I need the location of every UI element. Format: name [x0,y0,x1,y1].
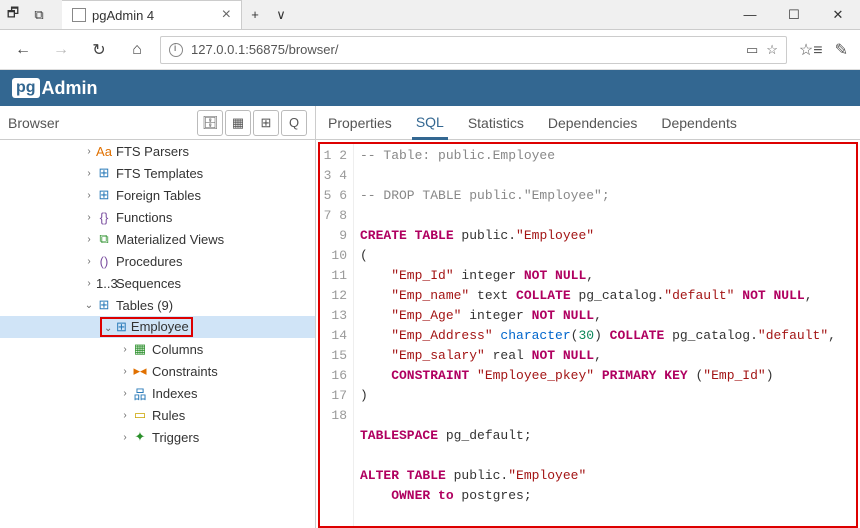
cascade-icon[interactable]: 🗗 [0,2,26,28]
tool-table-icon[interactable]: ⊞ [253,110,279,136]
notes-icon[interactable]: ✎ [835,40,848,60]
tree-item[interactable]: ›▭Rules [0,404,315,426]
tab-dependencies[interactable]: Dependencies [544,107,642,138]
address-bar: ← → ↻ ⌂ 127.0.0.1:56875/browser/ ▭ ☆ ☆≡ … [0,30,860,70]
refresh-button[interactable]: ↻ [84,35,114,65]
tree-item[interactable]: ›1..3Sequences [0,272,315,294]
url-input[interactable]: 127.0.0.1:56875/browser/ ▭ ☆ [160,36,787,64]
browser-tab-active[interactable]: pgAdmin 4 × [62,0,242,29]
tab-actions-button[interactable]: ∨ [268,2,294,28]
reader-mode-icon[interactable]: ▭ [746,42,758,58]
tree-item[interactable]: ›▦Columns [0,338,315,360]
tool-servers-icon[interactable]: 🗄 [197,110,223,136]
favorites-icon[interactable]: ☆≡ [799,40,823,60]
sql-code: -- Table: public.Employee -- DROP TABLE … [354,144,836,526]
restore-icon[interactable]: ⧉ [26,2,52,28]
tab-title: pgAdmin 4 [92,8,154,23]
tree-item[interactable]: ⌄⊞Tables (9) [0,294,315,316]
main-panel: Properties SQL Statistics Dependencies D… [316,106,860,528]
pg-logo: pg [12,78,40,98]
tree-item-employee[interactable]: ⌄ ⊞Employee [0,316,315,338]
tab-statistics[interactable]: Statistics [464,107,528,138]
tree-item[interactable]: ›⊞FTS Templates [0,162,315,184]
tab-sql[interactable]: SQL [412,106,448,140]
tree-item[interactable]: ›{}Functions [0,206,315,228]
star-icon[interactable]: ☆ [766,42,778,58]
new-tab-button[interactable]: + [242,2,268,28]
forward-button[interactable]: → [46,35,76,65]
close-tab-icon[interactable]: × [222,6,231,24]
tree-item[interactable]: ›品Indexes [0,382,315,404]
app-name: Admin [42,78,98,99]
window-titlebar: 🗗 ⧉ pgAdmin 4 × + ∨ — ☐ ✕ [0,0,860,30]
back-button[interactable]: ← [8,35,38,65]
page-icon [72,8,86,22]
tree-item[interactable]: ›AaFTS Parsers [0,140,315,162]
tree-item[interactable]: ›✦Triggers [0,426,315,448]
object-browser: Browser 🗄 ▦ ⊞ Q ›AaFTS Parsers›⊞FTS Temp… [0,106,316,528]
tree-item[interactable]: ›⧉Materialized Views [0,228,315,250]
tool-grid-icon[interactable]: ▦ [225,110,251,136]
browser-title: Browser [8,115,59,131]
sql-editor[interactable]: 1 2 3 4 5 6 7 8 9 10 11 12 13 14 15 16 1… [318,142,858,528]
tool-search-icon[interactable]: Q [281,110,307,136]
tree-item[interactable]: ›()Procedures [0,250,315,272]
tab-properties[interactable]: Properties [324,107,396,138]
tree-item[interactable]: ›⊞Foreign Tables [0,184,315,206]
home-button[interactable]: ⌂ [122,35,152,65]
minimize-button[interactable]: — [728,0,772,30]
app-header: pgAdmin [0,70,860,106]
detail-tabs: Properties SQL Statistics Dependencies D… [316,106,860,140]
close-window-button[interactable]: ✕ [816,0,860,30]
line-gutter: 1 2 3 4 5 6 7 8 9 10 11 12 13 14 15 16 1… [320,144,354,526]
maximize-button[interactable]: ☐ [772,0,816,30]
tab-dependents[interactable]: Dependents [657,107,741,138]
tree-item[interactable]: ›▸◂Constraints [0,360,315,382]
info-icon[interactable] [169,43,183,57]
url-text: 127.0.0.1:56875/browser/ [191,42,338,57]
